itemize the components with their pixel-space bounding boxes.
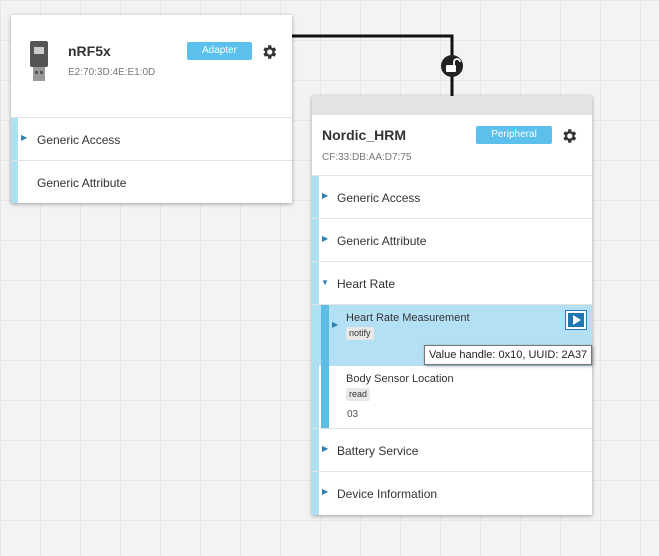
- service-label: Battery Service: [337, 444, 419, 458]
- adapter-address: E2:70:3D:4E:E1:0D: [68, 67, 156, 78]
- service-label: Generic Attribute: [37, 176, 127, 190]
- usb-dongle-icon: [30, 41, 48, 81]
- adapter-name: nRF5x: [68, 43, 111, 59]
- property-badge: read: [346, 388, 371, 401]
- service-label: Device Information: [337, 487, 438, 501]
- value-handle-tooltip: Value handle: 0x10, UUID: 2A37: [424, 345, 593, 365]
- peripheral-service-device-information[interactable]: ▶ Device Information: [312, 471, 592, 515]
- caret-right-icon: ▶: [322, 191, 329, 200]
- adapter-service-generic-access[interactable]: ▶ Generic Access: [11, 117, 292, 160]
- peripheral-service-battery-service[interactable]: ▶ Battery Service: [312, 428, 592, 471]
- characteristic-body-sensor-location[interactable]: Body Sensor Location read 03: [312, 366, 592, 428]
- unlock-icon[interactable]: [441, 55, 463, 77]
- caret-right-icon: ▶: [332, 320, 339, 329]
- gear-icon[interactable]: [560, 127, 578, 145]
- service-label: Generic Attribute: [337, 234, 427, 248]
- peripheral-service-heart-rate[interactable]: ▼ Heart Rate: [312, 261, 592, 304]
- peripheral-card: Nordic_HRM CF:33:DB:AA:D7:75 Peripheral …: [312, 96, 592, 515]
- peripheral-service-generic-attribute[interactable]: ▶ Generic Attribute: [312, 218, 592, 261]
- gear-icon[interactable]: [260, 43, 278, 61]
- caret-right-icon: ▶: [21, 133, 28, 142]
- peripheral-role-badge: Peripheral: [476, 126, 552, 144]
- property-badge: notify: [346, 327, 374, 340]
- peripheral-service-generic-access[interactable]: ▶ Generic Access: [312, 175, 592, 218]
- play-icon: [573, 315, 581, 325]
- service-label: Generic Access: [337, 191, 421, 205]
- characteristic-label: Heart Rate Measurement: [346, 312, 470, 324]
- peripheral-name: Nordic_HRM: [322, 127, 407, 143]
- caret-right-icon: ▶: [322, 444, 329, 453]
- adapter-card: nRF5x E2:70:3D:4E:E1:0D Adapter ▶ Generi…: [11, 15, 292, 203]
- peripheral-card-topbar: [312, 96, 592, 115]
- characteristic-value: 03: [347, 409, 359, 420]
- service-label: Generic Access: [37, 133, 121, 147]
- peripheral-address: CF:33:DB:AA:D7:75: [322, 152, 412, 163]
- caret-right-icon: ▶: [322, 487, 329, 496]
- characteristic-label: Body Sensor Location: [346, 373, 454, 385]
- play-notify-button[interactable]: [565, 310, 587, 330]
- caret-right-icon: ▶: [322, 234, 329, 243]
- adapter-role-badge: Adapter: [187, 42, 252, 60]
- adapter-service-generic-attribute[interactable]: Generic Attribute: [11, 160, 292, 203]
- service-label: Heart Rate: [337, 277, 396, 291]
- caret-down-icon: ▼: [321, 278, 329, 287]
